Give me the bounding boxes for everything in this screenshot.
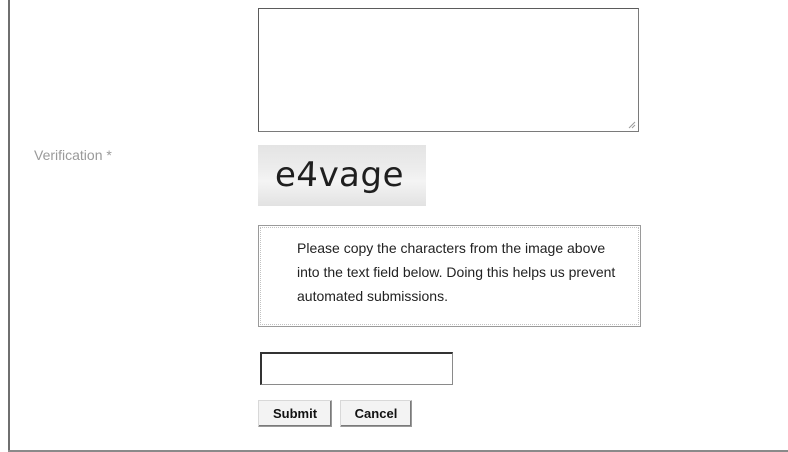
captcha-image-text: e4vage (274, 155, 405, 195)
resize-grip-icon[interactable] (626, 119, 636, 129)
captcha-input[interactable] (260, 352, 453, 385)
verification-label: Verification * (34, 147, 112, 163)
comment-textarea[interactable] (258, 8, 639, 132)
captcha-help-box: Please copy the characters from the imag… (258, 225, 641, 327)
captcha-help-text: Please copy the characters from the imag… (297, 240, 616, 304)
cancel-button[interactable]: Cancel (340, 400, 412, 427)
captcha-image: e4vage (258, 145, 426, 206)
submit-button[interactable]: Submit (258, 400, 332, 427)
page-border-left (8, 0, 10, 452)
